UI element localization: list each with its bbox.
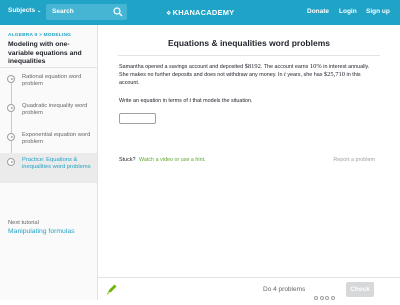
problem-statement: Samantha opened a savings account and de… — [119, 63, 370, 86]
subjects-menu-button[interactable]: Subjects ⌄ — [8, 7, 41, 14]
sidebar-item-label: Exponential equation word problem — [22, 132, 91, 145]
leaf-icon: ❖ — [166, 11, 172, 17]
progress-dot — [330, 296, 335, 300]
sidebar-item-quadratic-inequality[interactable]: Quadratic inequality word problem — [0, 101, 97, 127]
logo-text: KHANACADEMY — [172, 8, 235, 17]
progress-dots — [314, 287, 336, 305]
search-box[interactable]: Search — [46, 4, 127, 20]
exercise-footer: Do 4 problems Check — [98, 277, 400, 301]
next-tutorial-link[interactable]: Manipulating formulas — [8, 228, 75, 235]
signup-link[interactable]: Sign up — [366, 8, 390, 15]
next-tutorial-caption: Next tutorial — [8, 220, 39, 226]
hint-link[interactable]: Watch a video or use a hint. — [139, 157, 206, 163]
report-problem-link[interactable]: Report a problem — [333, 157, 375, 163]
search-icon[interactable] — [113, 7, 123, 17]
khan-academy-logo[interactable]: ❖KHANACADEMY — [166, 8, 234, 17]
question-prompt: Write an equation in terms of t that mod… — [119, 97, 253, 104]
progress-dot — [319, 296, 324, 300]
tutorial-sidebar: ALGEBRA II > MODELING Modeling with one-… — [0, 25, 98, 300]
donate-link[interactable]: Donate — [307, 8, 329, 15]
chevron-down-icon: ⌄ — [37, 8, 42, 14]
progress-dot — [325, 296, 329, 300]
sidebar-item-practice[interactable]: Practice: Equations & inequalities word … — [0, 153, 97, 183]
title-divider — [118, 55, 380, 56]
play-icon — [7, 133, 15, 141]
problem-count-label: Do 4 problems — [263, 286, 306, 293]
exercise-panel: Equations & inequalities word problems S… — [98, 25, 400, 300]
scratchpad-pencil-icon[interactable] — [106, 283, 118, 295]
answer-input[interactable] — [119, 113, 156, 124]
login-link[interactable]: Login — [339, 8, 357, 15]
exercise-icon — [7, 158, 15, 166]
subjects-label: Subjects — [8, 7, 36, 14]
sidebar-item-label: Rational equation word problem — [22, 74, 82, 87]
stuck-label: Stuck? — [119, 157, 136, 163]
exercise-title: Equations & inequalities word problems — [168, 38, 330, 48]
sidebar-item-rational-equation[interactable]: Rational equation word problem — [0, 72, 97, 98]
check-button[interactable]: Check — [346, 282, 374, 297]
play-icon — [7, 75, 15, 83]
breadcrumb[interactable]: ALGEBRA II > MODELING — [8, 33, 71, 38]
search-input[interactable]: Search — [52, 8, 74, 15]
top-nav-bar: Subjects ⌄ Search ❖KHANACADEMY Donate Log… — [0, 0, 400, 25]
sidebar-item-label: Quadratic inequality word problem — [22, 103, 88, 116]
unit-title[interactable]: Modeling with one-variable equations and… — [8, 41, 93, 67]
play-icon — [7, 104, 15, 112]
progress-dot — [314, 296, 318, 300]
sidebar-divider — [0, 67, 97, 68]
sidebar-item-label: Practice: Equations & inequalities word … — [22, 157, 91, 170]
